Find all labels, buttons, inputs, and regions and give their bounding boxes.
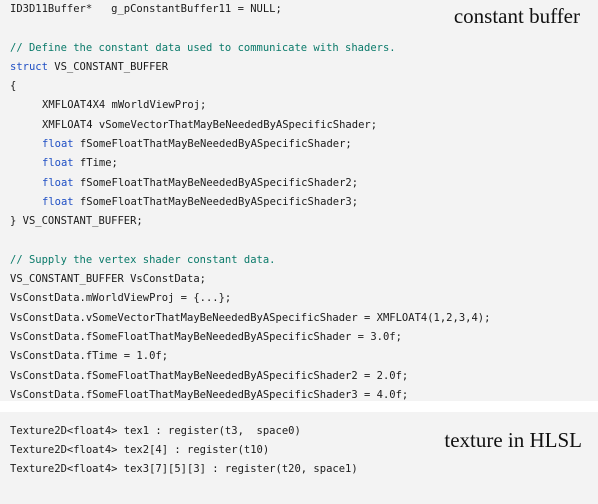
- constant-buffer-code-block: ID3D11Buffer* g_pConstantBuffer11 = NULL…: [10, 0, 490, 405]
- code-token-plain: } VS_CONSTANT_BUFFER;: [10, 215, 143, 228]
- code-line: struct VS_CONSTANT_BUFFER: [10, 58, 490, 77]
- code-token-keyword: float: [42, 176, 74, 189]
- constant-buffer-code-panel: ID3D11Buffer* g_pConstantBuffer11 = NULL…: [0, 0, 598, 401]
- texture-hlsl-code-panel: Texture2D<float4> tex1 : register(t3, sp…: [0, 412, 598, 504]
- code-line: VsConstData.fSomeFloatThatMayBeNeededByA…: [10, 367, 490, 386]
- code-token-plain: fSomeFloatThatMayBeNeededByASpecificShad…: [73, 176, 359, 189]
- code-token-plain: Texture2D<float4> tex2[4] : register(t10…: [10, 444, 270, 456]
- code-token-comment: // Supply the vertex shader constant dat…: [10, 253, 276, 266]
- code-token-plain: Texture2D<float4> tex3[7][5][3] : regist…: [10, 463, 358, 475]
- code-line: VS_CONSTANT_BUFFER VsConstData;: [10, 270, 490, 289]
- code-token-keyword: float: [42, 157, 74, 170]
- code-token-plain: fTime;: [73, 157, 118, 170]
- code-line: // Define the constant data used to comm…: [10, 39, 490, 58]
- code-token-plain: VS_CONSTANT_BUFFER VsConstData;: [10, 273, 206, 286]
- code-line: float fSomeFloatThatMayBeNeededByASpecif…: [10, 135, 490, 154]
- code-token-plain: XMFLOAT4 vSomeVectorThatMayBeNeededByASp…: [42, 118, 378, 131]
- code-token-plain: {: [10, 80, 17, 93]
- code-line: VsConstData.fTime = 1.0f;: [10, 347, 490, 366]
- code-line: VsConstData.fSomeFloatThatMayBeNeededByA…: [10, 328, 490, 347]
- code-line: float fSomeFloatThatMayBeNeededByASpecif…: [10, 174, 490, 193]
- code-line: VsConstData.mWorldViewProj = {...};: [10, 289, 490, 308]
- code-line: {: [10, 77, 490, 96]
- code-line: Texture2D<float4> tex3[7][5][3] : regist…: [10, 460, 358, 479]
- code-token-plain: VsConstData.mWorldViewProj = {...};: [10, 292, 232, 305]
- code-token-plain: VS_CONSTANT_BUFFER: [47, 60, 169, 73]
- code-line: // Supply the vertex shader constant dat…: [10, 251, 490, 270]
- code-token-plain: Texture2D<float4> tex1 : register(t3, sp…: [10, 425, 301, 437]
- code-token-keyword: struct: [10, 60, 48, 73]
- code-line: VsConstData.fSomeFloatThatMayBeNeededByA…: [10, 386, 490, 405]
- code-token-plain: VsConstData.fSomeFloatThatMayBeNeededByA…: [10, 388, 409, 401]
- constant-buffer-caption: constant buffer: [453, 4, 580, 28]
- code-line: Texture2D<float4> tex2[4] : register(t10…: [10, 441, 358, 460]
- code-line: Texture2D<float4> tex1 : register(t3, sp…: [10, 422, 358, 441]
- code-line: XMFLOAT4 vSomeVectorThatMayBeNeededByASp…: [10, 116, 490, 135]
- code-line: VsConstData.vSomeVectorThatMayBeNeededBy…: [10, 309, 490, 328]
- code-token-keyword: float: [42, 195, 74, 208]
- code-token-plain: ID3D11Buffer* g_pConstantBuffer11 = NULL…: [10, 3, 282, 15]
- code-token-comment: // Define the constant data used to comm…: [10, 41, 396, 54]
- code-line: ID3D11Buffer* g_pConstantBuffer11 = NULL…: [10, 0, 490, 19]
- code-token-plain: VsConstData.fSomeFloatThatMayBeNeededByA…: [10, 369, 409, 382]
- code-line: float fTime;: [10, 154, 490, 173]
- texture-hlsl-caption: texture in HLSL: [444, 428, 582, 452]
- code-line: XMFLOAT4X4 mWorldViewProj;: [10, 96, 490, 115]
- code-token-plain: VsConstData.fSomeFloatThatMayBeNeededByA…: [10, 331, 402, 344]
- code-token-keyword: float: [42, 138, 74, 151]
- code-line: } VS_CONSTANT_BUFFER;: [10, 212, 490, 231]
- code-line: float fSomeFloatThatMayBeNeededByASpecif…: [10, 193, 490, 212]
- code-token-plain: XMFLOAT4X4 mWorldViewProj;: [42, 99, 207, 112]
- texture-hlsl-code-block: Texture2D<float4> tex1 : register(t3, sp…: [10, 422, 358, 479]
- code-token-plain: fSomeFloatThatMayBeNeededByASpecificShad…: [73, 138, 352, 151]
- code-token-plain: fSomeFloatThatMayBeNeededByASpecificShad…: [73, 195, 359, 208]
- code-token-plain: VsConstData.fTime = 1.0f;: [10, 350, 169, 363]
- code-token-plain: VsConstData.vSomeVectorThatMayBeNeededBy…: [10, 311, 491, 324]
